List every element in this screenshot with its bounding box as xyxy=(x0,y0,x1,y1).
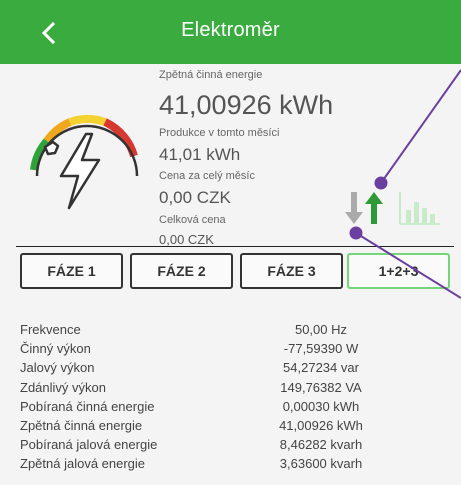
row-label: Frekvence xyxy=(20,322,81,337)
divider xyxy=(16,246,454,247)
month-price-label: Cena za celý měsíc xyxy=(159,170,255,182)
table-row: Jalový výkon 54,27234 var xyxy=(20,360,440,379)
row-value: 50,00 Hz xyxy=(294,322,348,337)
row-value: 8,46282 kvarh xyxy=(279,437,363,453)
measurements-table: Frekvence 50,00 Hz Činný výkon -77,59390… xyxy=(20,322,440,476)
arrow-up-icon xyxy=(365,192,383,224)
row-label: Jalový výkon xyxy=(20,360,95,376)
table-row: Činný výkon -77,59390 W xyxy=(20,341,440,360)
arrow-down-icon xyxy=(345,192,363,224)
reverse-energy-label: Zpětná činná energie xyxy=(159,69,263,81)
table-row: Zpětná jalová energie 3,63600 kvarh xyxy=(20,456,440,475)
row-label: Zpětná činná energie xyxy=(20,417,143,433)
row-label: Pobíraná jalová energie xyxy=(20,437,158,453)
table-row: Frekvence 50,00 Hz xyxy=(20,322,440,341)
row-value: 41,00926 kWh xyxy=(279,417,363,433)
row-label: Zpětná jalová energie xyxy=(20,456,146,472)
row-value: -77,59390 W xyxy=(283,341,359,357)
table-row: Zpětná činná energie 41,00926 kWh xyxy=(20,418,440,437)
consumption-toggle[interactable] xyxy=(344,190,364,226)
chart-button[interactable] xyxy=(398,190,442,226)
row-label: Pobíraná činná energie xyxy=(20,398,155,414)
electricity-gauge-icon xyxy=(30,115,139,210)
page-title: Elektroměr xyxy=(181,19,280,41)
row-value: 3,63600 kvarh xyxy=(279,456,363,472)
app-header: Elektroměr xyxy=(0,0,461,64)
tab-phase-1[interactable]: FÁZE 1 xyxy=(20,253,123,289)
month-price-value: 0,00 CZK xyxy=(159,188,231,207)
row-label: Zdánlivý výkon xyxy=(20,379,106,395)
total-price-label: Celková cena xyxy=(159,214,226,226)
production-label: Produkce v tomto měsíci xyxy=(159,127,280,139)
table-row: Pobíraná jalová energie 8,46282 kvarh xyxy=(20,437,440,456)
reverse-energy-value: 41,00926 kWh xyxy=(159,90,334,120)
table-row: Pobíraná činná energie 0,00030 kWh xyxy=(20,399,440,418)
row-value: 0,00030 kWh xyxy=(282,398,360,414)
production-value: 41,01 kWh xyxy=(159,145,241,164)
tab-phase-all[interactable]: 1+2+3 xyxy=(347,253,450,289)
row-value: 54,27234 var xyxy=(283,360,359,376)
tab-phase-3[interactable]: FÁZE 3 xyxy=(240,253,343,289)
table-row: Zdánlivý výkon 149,76382 VA xyxy=(20,380,440,399)
bar-chart-icon xyxy=(399,192,440,225)
row-label: Činný výkon xyxy=(20,341,91,357)
production-toggle[interactable] xyxy=(364,190,384,226)
total-price-value: 0,00 CZK xyxy=(159,232,214,247)
tab-phase-2[interactable]: FÁZE 2 xyxy=(130,253,233,289)
row-value: 149,76382 VA xyxy=(280,379,362,395)
